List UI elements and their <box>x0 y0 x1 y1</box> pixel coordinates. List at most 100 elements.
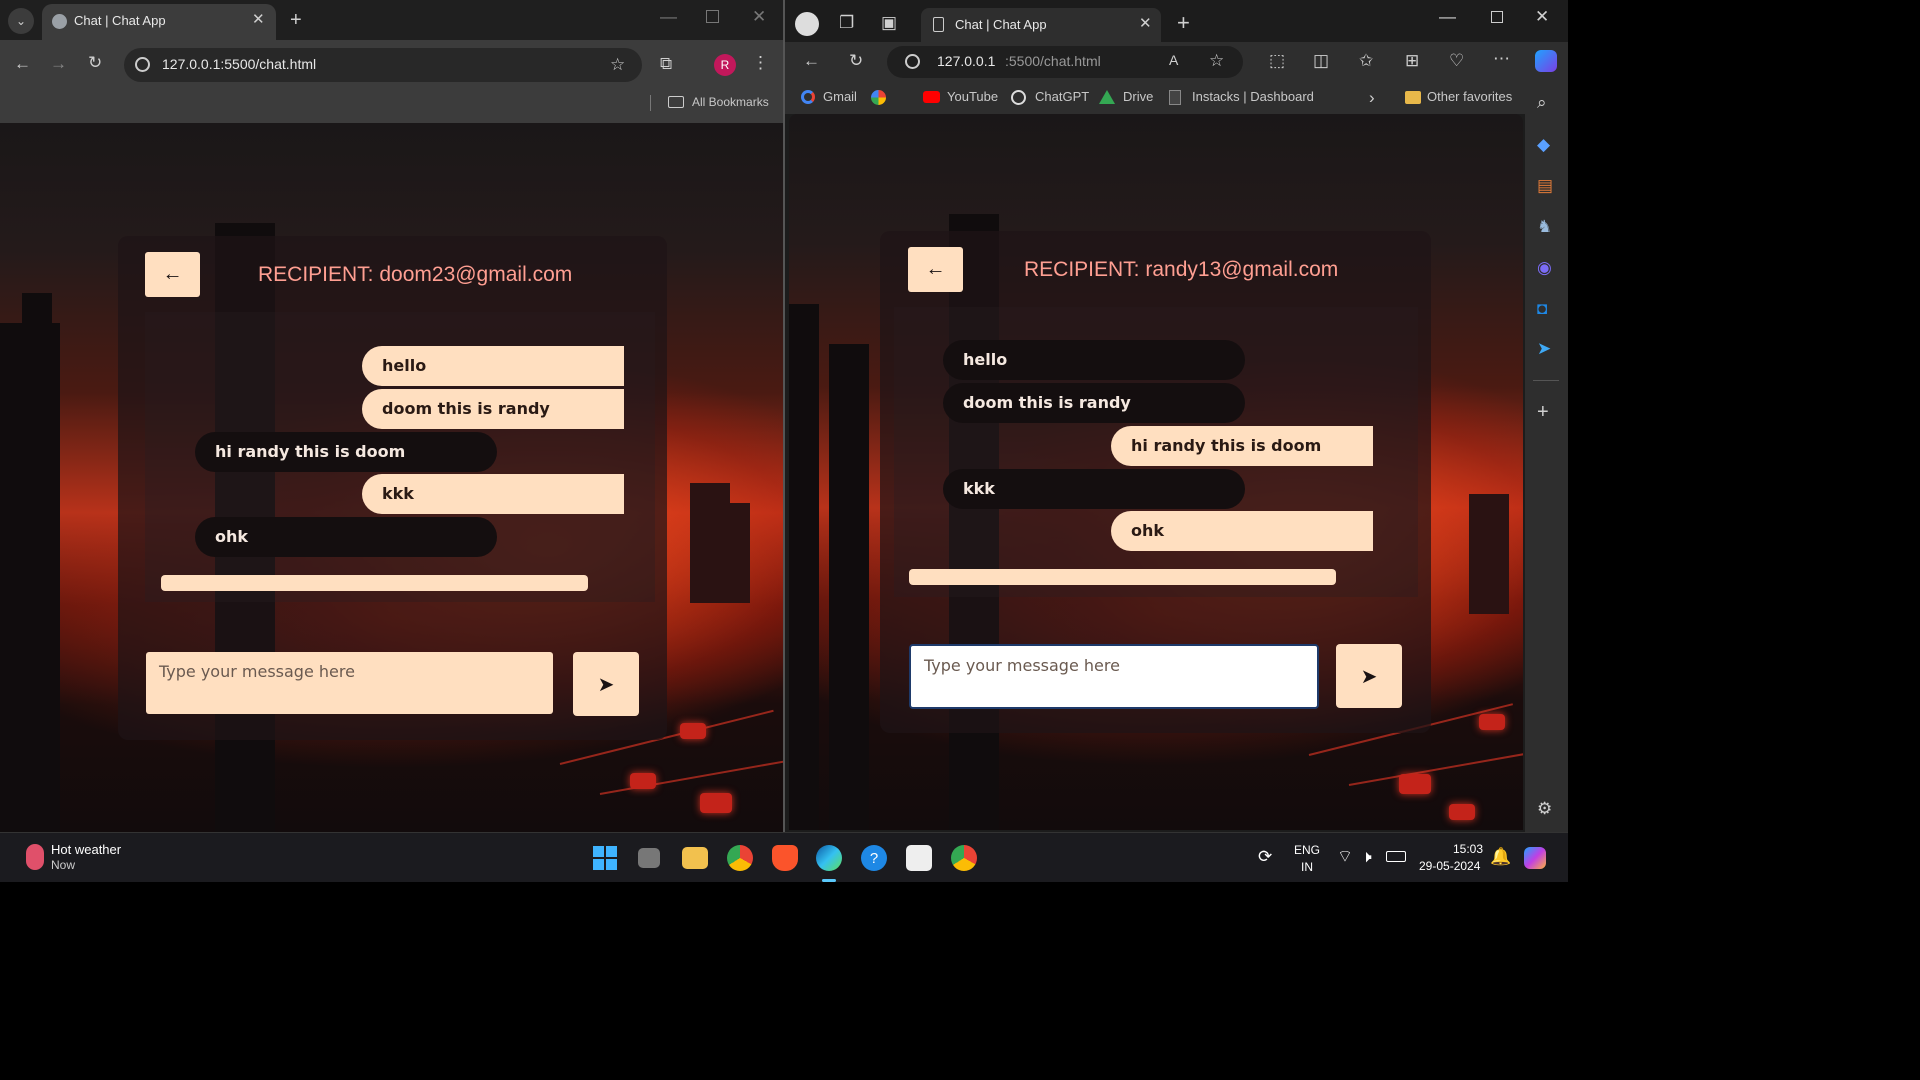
clock-date[interactable]: 29-05-2024 <box>1419 859 1480 873</box>
close-window-icon[interactable]: ✕ <box>752 8 766 25</box>
profile-avatar[interactable]: R <box>714 54 736 76</box>
fav-chatgpt[interactable]: ChatGPT <box>1035 89 1089 104</box>
message-bubble-received: ohk <box>195 517 497 557</box>
edge-sidebar: ⌕ ◆ ▤ ♞ ◉ ◘ ➤ + ⚙ <box>1525 50 1568 832</box>
folder-icon <box>1405 91 1421 104</box>
brave-icon[interactable] <box>772 845 798 871</box>
new-tab-icon[interactable]: + <box>290 10 302 30</box>
message-bubble-sent: ohk <box>1111 511 1373 551</box>
shopping-tag-icon[interactable]: ◆ <box>1537 136 1550 153</box>
windows-start-icon[interactable] <box>592 845 618 871</box>
pinwheel-icon[interactable] <box>871 90 886 105</box>
message-bubble-sent: doom this is randy <box>362 389 624 429</box>
clock-time[interactable]: 15:03 <box>1453 842 1483 856</box>
chrome-tab-title: Chat | Chat App <box>74 13 166 28</box>
outlook-icon[interactable]: ◘ <box>1537 300 1547 317</box>
chevron-right-icon[interactable]: › <box>1369 89 1375 106</box>
send-button[interactable]: ➤ <box>1336 644 1402 708</box>
office-icon[interactable]: ◉ <box>1537 259 1552 276</box>
add-sidebar-icon[interactable]: + <box>1537 402 1549 422</box>
extensions-icon[interactable]: ⧉ <box>660 55 672 72</box>
chrome-address-bar[interactable]: 127.0.0.1:5500/chat.html ☆ <box>124 48 642 82</box>
volume-muted-icon[interactable]: 🕨 <box>1361 848 1372 865</box>
tab-close-icon[interactable]: ✕ <box>1139 16 1152 31</box>
close-window-icon[interactable]: ✕ <box>1535 8 1549 25</box>
settings-gear-icon[interactable]: ⚙ <box>1537 800 1552 817</box>
tab-actions-icon[interactable]: ▣ <box>881 14 897 31</box>
tools-icon[interactable]: ▤ <box>1537 177 1553 194</box>
more-icon[interactable]: ⋯ <box>1493 50 1510 67</box>
star-icon[interactable]: ☆ <box>610 56 625 73</box>
back-icon[interactable]: ← <box>14 55 31 72</box>
fav-drive[interactable]: Drive <box>1123 89 1153 104</box>
read-aloud-icon[interactable]: A <box>1169 53 1178 67</box>
forward-icon[interactable]: → <box>50 55 67 72</box>
edge-tab-chat[interactable]: Chat | Chat App ✕ <box>921 8 1161 42</box>
menu-kebab-icon[interactable]: ⋮ <box>752 54 769 71</box>
all-bookmarks-link[interactable]: All Bookmarks <box>692 95 769 109</box>
horizontal-scrollbar[interactable] <box>161 575 588 591</box>
message-input[interactable] <box>146 652 553 714</box>
search-icon[interactable]: ⌕ <box>1537 94 1547 111</box>
lang-line2[interactable]: IN <box>1301 860 1313 874</box>
split-screen-icon[interactable]: ⬚ <box>1269 52 1285 69</box>
horizontal-scrollbar[interactable] <box>909 569 1336 585</box>
send-button[interactable]: ➤ <box>573 652 639 716</box>
chrome-taskbar-icon[interactable] <box>727 845 753 871</box>
message-bubble-received: kkk <box>943 469 1245 509</box>
notifications-chevron-icon[interactable]: ⟳ <box>1258 848 1272 865</box>
store-icon[interactable] <box>906 845 932 871</box>
performance-icon[interactable]: ♡ <box>1449 52 1464 69</box>
site-info-icon[interactable] <box>135 57 150 72</box>
notification-bell-icon[interactable]: 🔔 <box>1490 848 1511 865</box>
fav-other-favorites[interactable]: Other favorites <box>1427 89 1512 104</box>
edge-address-bar[interactable]: 127.0.0.1 :5500/chat.html A ☆ <box>887 46 1243 78</box>
fav-gmail[interactable]: Gmail <box>823 89 857 104</box>
window-divider <box>783 0 785 832</box>
copilot-icon[interactable] <box>1535 50 1557 72</box>
back-button[interactable]: ← <box>145 252 200 297</box>
back-button[interactable]: ← <box>908 247 963 292</box>
weather-thermometer-icon[interactable] <box>26 844 44 870</box>
help-icon[interactable]: ? <box>861 845 887 871</box>
edge-taskbar-icon[interactable] <box>816 845 842 871</box>
weather-title[interactable]: Hot weather <box>51 842 121 857</box>
chrome-profile-taskbar-icon[interactable] <box>951 845 977 871</box>
chrome-url: 127.0.0.1:5500/chat.html <box>162 56 317 72</box>
message-bubble-sent: kkk <box>362 474 624 514</box>
file-explorer-icon[interactable] <box>682 847 708 869</box>
fav-youtube[interactable]: YouTube <box>947 89 998 104</box>
minimize-icon[interactable]: — <box>1439 8 1456 25</box>
chrome-tab-chat[interactable]: Chat | Chat App ✕ <box>42 4 276 40</box>
message-input[interactable] <box>909 644 1319 709</box>
workspaces-icon[interactable]: ❐ <box>839 14 854 31</box>
message-bubble-received: hi randy this is doom <box>195 432 497 472</box>
telegram-send-icon[interactable]: ➤ <box>1537 340 1551 357</box>
tab-search-icon[interactable]: ⌄ <box>8 8 34 34</box>
recipient-label: RECIPIENT: randy13@gmail.com <box>1024 258 1339 281</box>
games-icon[interactable]: ♞ <box>1537 218 1552 235</box>
reload-icon[interactable]: ↻ <box>849 52 863 69</box>
youtube-icon <box>923 91 940 103</box>
lang-line1[interactable]: ENG <box>1294 843 1320 857</box>
site-info-icon[interactable] <box>905 54 920 69</box>
minimize-icon[interactable]: — <box>660 8 677 25</box>
split-view-icon[interactable]: ◫ <box>1313 52 1329 69</box>
reload-icon[interactable]: ↻ <box>88 54 102 71</box>
new-tab-icon[interactable]: + <box>1177 12 1190 34</box>
maximize-icon[interactable] <box>706 10 719 23</box>
favorites-icon[interactable]: ✩ <box>1359 52 1373 69</box>
maximize-icon[interactable] <box>1491 11 1503 23</box>
wifi-icon[interactable]: ⌔ <box>1337 848 1353 865</box>
windows-taskbar: Hot weather Now ? ⟳ ENG IN ⌔ 🕨 15:03 29-… <box>0 832 1568 882</box>
weather-sub: Now <box>51 858 76 872</box>
collections-icon[interactable]: ⊞ <box>1405 52 1419 69</box>
fav-instacks[interactable]: Instacks | Dashboard <box>1192 89 1314 104</box>
copilot-taskbar-icon[interactable] <box>1524 847 1546 869</box>
tab-close-icon[interactable]: ✕ <box>252 12 265 27</box>
edge-profile-icon[interactable] <box>795 12 819 36</box>
star-icon[interactable]: ☆ <box>1209 52 1224 69</box>
back-icon[interactable]: ← <box>803 52 820 69</box>
battery-icon[interactable] <box>1386 851 1406 862</box>
task-view-icon[interactable] <box>638 848 660 868</box>
